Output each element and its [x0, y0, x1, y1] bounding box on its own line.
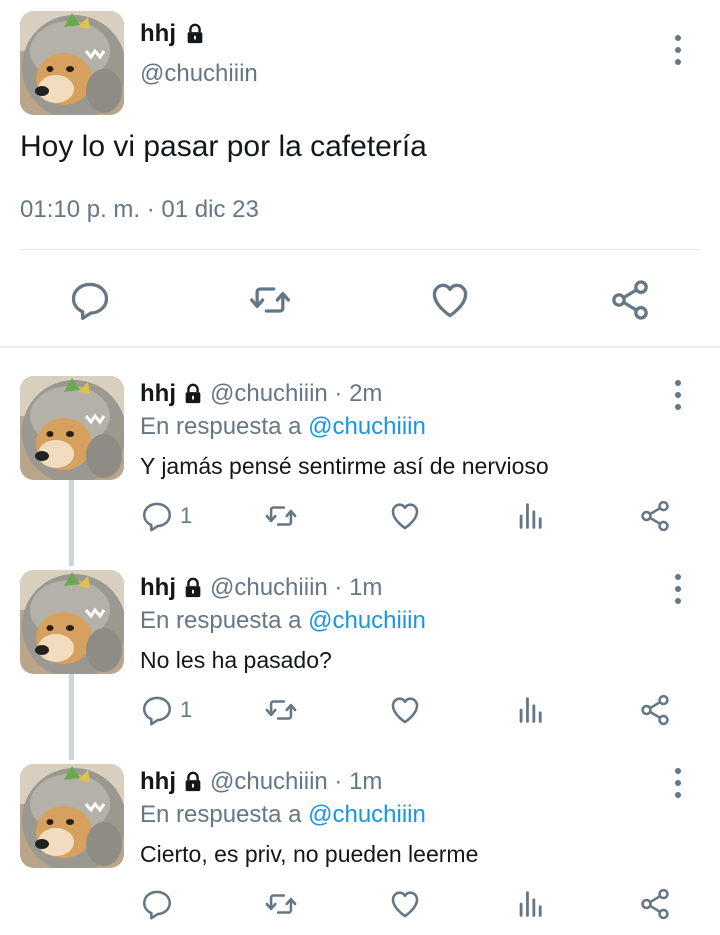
display-name[interactable]: hhj: [140, 574, 176, 602]
share-button[interactable]: [638, 886, 672, 922]
reply-count: 1: [180, 697, 193, 722]
retweet-button[interactable]: [264, 692, 298, 728]
reply-tweet[interactable]: hhj @chuchiiin · 1m En respuesta a @chuc…: [0, 556, 720, 750]
section-separator: [0, 346, 720, 348]
reply-tweet[interactable]: hhj @chuchiiin · 2m En respuesta a @chuc…: [0, 362, 720, 556]
reply-prefix: En respuesta a: [140, 607, 302, 634]
share-icon: [638, 499, 672, 533]
tweet-text: Hoy lo vi pasar por la cafetería: [20, 130, 427, 163]
reply-button[interactable]: 1: [140, 498, 192, 534]
divider: [20, 249, 700, 250]
dot-icon: [675, 598, 681, 604]
more-options-button[interactable]: [666, 378, 690, 412]
like-button[interactable]: [388, 498, 422, 534]
username[interactable]: @chuchiiin: [140, 60, 258, 88]
like-icon: [388, 887, 422, 921]
tweet-text: No les ha pasado?: [140, 647, 332, 673]
more-options-button[interactable]: [666, 33, 690, 67]
dot-icon: [675, 47, 681, 53]
avatar[interactable]: [20, 11, 124, 115]
retweet-button[interactable]: [264, 886, 298, 922]
tweet-actions: [0, 270, 720, 330]
mention-link[interactable]: @chuchiiin: [308, 607, 426, 634]
lock-icon: [182, 771, 204, 793]
dot-icon: [675, 780, 681, 786]
like-icon[interactable]: [428, 278, 472, 322]
reply-header: hhj @chuchiiin · 2m: [140, 380, 382, 408]
share-button[interactable]: [638, 498, 672, 534]
avatar[interactable]: [20, 376, 124, 480]
username-time: @chuchiiin · 1m: [210, 574, 383, 601]
reply-header: hhj @chuchiiin · 1m: [140, 574, 382, 602]
like-icon: [388, 499, 422, 533]
dot-icon: [675, 792, 681, 798]
reply-button[interactable]: [140, 886, 180, 922]
reply-header: hhj @chuchiiin · 1m: [140, 768, 382, 796]
retweet-icon: [264, 499, 298, 533]
reply-button[interactable]: 1: [140, 692, 192, 728]
display-name[interactable]: hhj: [140, 20, 176, 48]
reply-icon: [140, 887, 174, 921]
tweet-actions: [0, 886, 720, 926]
like-icon: [388, 693, 422, 727]
share-button[interactable]: [638, 692, 672, 728]
dot-icon: [675, 586, 681, 592]
share-icon: [638, 693, 672, 727]
reply-prefix: En respuesta a: [140, 801, 302, 828]
retweet-icon: [264, 887, 298, 921]
dot-icon: [675, 768, 681, 774]
dot-icon: [675, 574, 681, 580]
reply-tweet[interactable]: hhj @chuchiiin · 1m En respuesta a @chuc…: [0, 750, 720, 935]
stats-icon: [514, 499, 548, 533]
username-time: @chuchiiin · 1m: [210, 768, 383, 795]
lock-icon: [182, 577, 204, 599]
stats-button[interactable]: [514, 886, 548, 922]
display-name-row: hhj: [140, 20, 206, 48]
like-button[interactable]: [388, 886, 422, 922]
reply-icon: [140, 499, 174, 533]
retweet-icon[interactable]: [248, 278, 292, 322]
lock-icon: [184, 23, 206, 45]
reply-prefix: En respuesta a: [140, 413, 302, 440]
reply-icon: [140, 693, 174, 727]
display-name[interactable]: hhj: [140, 380, 176, 408]
mention-link[interactable]: @chuchiiin: [308, 413, 426, 440]
retweet-icon: [264, 693, 298, 727]
tweet-text: Y jamás pensé sentirme así de nervioso: [140, 453, 549, 479]
retweet-button[interactable]: [264, 498, 298, 534]
tweet-actions: 1: [0, 498, 720, 538]
dot-icon: [675, 404, 681, 410]
more-options-button[interactable]: [666, 572, 690, 606]
dot-icon: [675, 380, 681, 386]
stats-icon: [514, 693, 548, 727]
stats-icon: [514, 887, 548, 921]
avatar[interactable]: [20, 764, 124, 868]
stats-button[interactable]: [514, 498, 548, 534]
reply-count: 1: [180, 503, 193, 528]
main-tweet: hhj @chuchiiin Hoy lo vi pasar por la ca…: [0, 0, 720, 348]
more-options-button[interactable]: [666, 766, 690, 800]
share-icon[interactable]: [608, 278, 652, 322]
tweet-timestamp: 01:10 p. m. · 01 dic 23: [20, 196, 259, 223]
dot-icon: [675, 35, 681, 41]
reply-context: En respuesta a @chuchiiin: [140, 801, 426, 829]
share-icon: [638, 887, 672, 921]
avatar[interactable]: [20, 570, 124, 674]
tweet-text: Cierto, es priv, no pueden leerme: [140, 841, 479, 867]
display-name[interactable]: hhj: [140, 768, 176, 796]
lock-icon: [182, 383, 204, 405]
reply-context: En respuesta a @chuchiiin: [140, 607, 426, 635]
dot-icon: [675, 59, 681, 65]
dot-icon: [675, 392, 681, 398]
like-button[interactable]: [388, 692, 422, 728]
tweet-actions: 1: [0, 692, 720, 732]
mention-link[interactable]: @chuchiiin: [308, 801, 426, 828]
stats-button[interactable]: [514, 692, 548, 728]
username-time: @chuchiiin · 2m: [210, 380, 383, 407]
reply-icon[interactable]: [68, 278, 112, 322]
reply-context: En respuesta a @chuchiiin: [140, 413, 426, 441]
